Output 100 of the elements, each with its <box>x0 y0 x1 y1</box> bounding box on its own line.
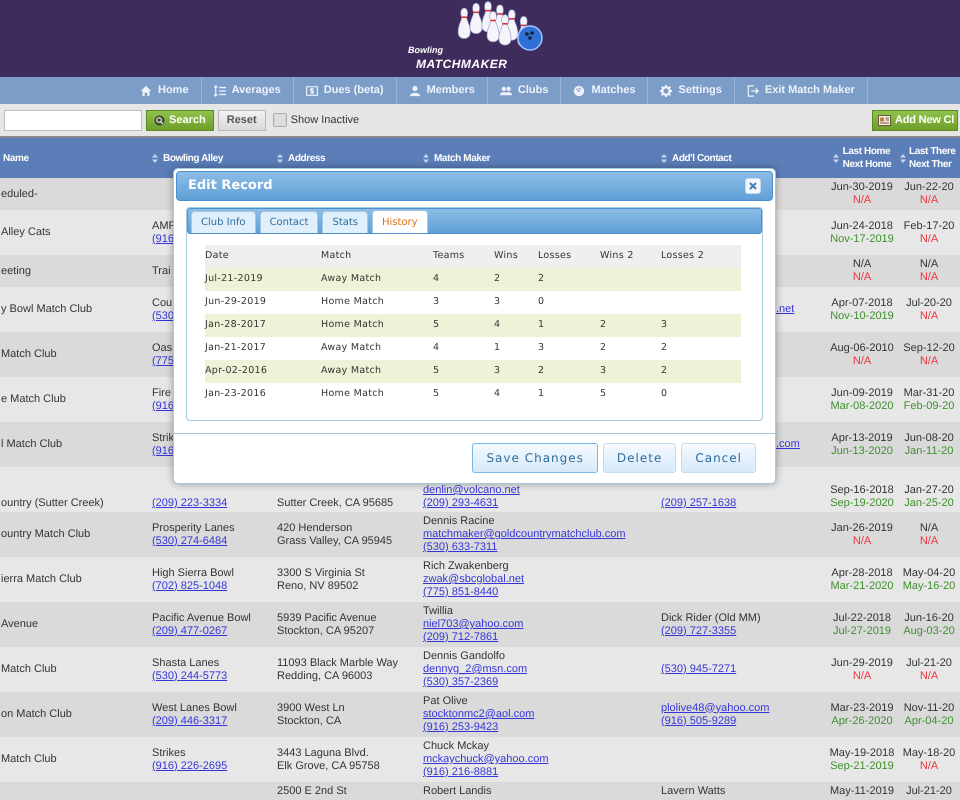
next-date: N/A <box>852 670 872 682</box>
club-name: Alley Cats <box>1 226 51 239</box>
search-field[interactable] <box>4 110 142 130</box>
next-date: Jan-25-20 <box>904 497 954 510</box>
contact-link[interactable]: matchmaker@goldcountrymatchclub.com <box>423 528 626 541</box>
column-header[interactable]: Losses 2 <box>661 250 704 262</box>
last-date: Jun-16-20 <box>904 612 954 624</box>
table-cell: Home Match <box>321 319 384 330</box>
dialog-button[interactable]: Save Changes <box>472 443 598 473</box>
last-date: Jun-09-2019 <box>831 386 893 400</box>
table-cell: 4 <box>494 388 500 400</box>
contact: Dick Rider (Old MM) <box>661 612 761 624</box>
contact-link[interactable]: (775) 851-8440 <box>423 586 498 599</box>
people-icon <box>500 84 512 96</box>
last-date: Jul-20-20 <box>906 296 952 310</box>
column-header[interactable]: Wins 2 <box>600 250 634 262</box>
contact-link[interactable]: (916) 216-8881 <box>423 766 498 779</box>
bowling-alley: AMF <box>152 220 176 232</box>
last-date: Aug-06-2010 <box>830 342 894 354</box>
table-cell: 2 <box>538 273 544 284</box>
next-date: N/A <box>852 354 872 368</box>
sort-icon <box>152 154 158 162</box>
table-cell: 3 <box>494 365 500 376</box>
contact-link[interactable]: mckaychuck@yahoo.com <box>423 753 548 766</box>
contact-link[interactable]: (530) 633-7311 <box>423 541 498 554</box>
contact-link[interactable]: plolive48@yahoo.com <box>661 702 770 714</box>
contact-link[interactable]: (775 <box>152 354 174 368</box>
contact-link[interactable]: (916) 505-9289 <box>661 714 736 728</box>
bowling-alley: Pacific Avenue Bowl <box>152 612 251 624</box>
contact-link[interactable]: dennyg_2@msn.com <box>423 663 528 676</box>
next-date: Sep-21-2019 <box>830 760 894 772</box>
contact-link[interactable]: (209) 446-3317 <box>152 714 228 728</box>
column-header[interactable]: Last There Next Ther <box>909 145 956 171</box>
contact-link[interactable]: (916) 253-9423 <box>423 721 498 734</box>
reset-button[interactable]: Reset <box>218 110 266 130</box>
contact-link[interactable]: (530) 244-5773 <box>152 670 228 682</box>
contact-link[interactable]: (209) 223-3334 <box>152 497 228 510</box>
table-cell: 1 <box>494 342 500 354</box>
contact-link[interactable]: (209) 257-1638 <box>661 497 736 510</box>
tab[interactable]: Stats <box>322 211 368 233</box>
next-date: Jun-13-2020 <box>831 444 893 458</box>
contact-link[interactable]: niel703@yahoo.com <box>423 618 524 631</box>
contact-link[interactable]: .net <box>776 303 794 316</box>
address-line: 3300 S Virginia St <box>277 566 365 580</box>
club-name: eduled- <box>1 188 38 200</box>
column-header[interactable]: Wins <box>494 250 518 262</box>
contact-link[interactable]: (916 <box>152 444 174 458</box>
sort-icon <box>900 154 906 162</box>
contact-link[interactable]: (916 <box>152 232 174 246</box>
club-name: ountry (Sutter Creek) <box>1 497 104 510</box>
contact-link[interactable]: (530 <box>152 310 174 322</box>
contact-link[interactable]: (530) 357-2369 <box>423 676 498 689</box>
last-date: Feb-17-20 <box>904 220 954 232</box>
column-header[interactable]: Add'l Contact <box>672 152 732 164</box>
contact-link[interactable]: zwak@sbcglobal.net <box>423 573 524 586</box>
club-name: l Match Club <box>1 438 62 451</box>
table-cell: Home Match <box>321 388 384 400</box>
contact-link[interactable]: denlin@volcano.net <box>423 484 520 497</box>
club-name: ountry Match Club <box>1 528 90 541</box>
column-header[interactable]: Bowling Alley <box>163 152 223 164</box>
contact-link[interactable]: (702) 825-1048 <box>152 580 228 592</box>
next-date: N/A <box>920 271 938 284</box>
tab[interactable]: History <box>372 210 428 233</box>
column-header[interactable]: Losses <box>538 250 572 262</box>
column-header[interactable]: Last Home Next Home <box>842 145 892 171</box>
card-icon <box>878 115 891 126</box>
tab[interactable]: Club Info <box>191 211 256 233</box>
dialog-button[interactable]: Cancel <box>681 443 756 473</box>
dialog-button[interactable]: Delete <box>602 443 676 473</box>
contact-link[interactable]: (916 <box>152 400 174 412</box>
contact-link[interactable]: (209) 727-3355 <box>661 624 736 638</box>
person-icon <box>408 84 421 96</box>
contact-link[interactable]: (209) 477-0267 <box>152 624 228 638</box>
bowling-alley: West Lanes Bowl <box>152 702 237 714</box>
contact-link[interactable]: (530) 945-7271 <box>661 663 736 676</box>
column-header[interactable]: Address <box>288 152 326 164</box>
column-header[interactable]: Name <box>3 152 29 164</box>
contact-link[interactable]: (209) 712-7861 <box>423 631 498 644</box>
dialog-title: Edit Record <box>188 177 273 196</box>
tab[interactable]: Contact <box>260 211 318 233</box>
contact-link[interactable]: stocktonmc2@aol.com <box>423 708 534 721</box>
column-header[interactable]: Date <box>205 250 229 262</box>
contact-link[interactable]: (530) 274-6484 <box>152 534 228 548</box>
match-maker: Chuck Mckay <box>423 740 490 753</box>
next-date: N/A <box>920 760 938 772</box>
next-date: N/A <box>920 232 938 246</box>
contact-link[interactable]: .com <box>776 438 800 451</box>
table-cell: Away Match <box>321 365 382 376</box>
match-maker: Dennis Racine <box>423 515 495 528</box>
column-header[interactable]: Teams <box>433 250 465 262</box>
table-cell: 3 <box>600 365 606 376</box>
column-header[interactable]: Match Maker <box>434 152 490 164</box>
exit-icon <box>746 84 759 96</box>
contact-link[interactable]: (916) 226-2695 <box>152 760 228 772</box>
table-cell: Jun-29-2019 <box>205 296 266 308</box>
close-button[interactable] <box>745 178 761 194</box>
club-name: on Match Club <box>1 708 72 721</box>
column-header[interactable]: Match <box>321 250 352 262</box>
contact-link[interactable]: (209) 293-4631 <box>423 497 498 510</box>
table-cell: 2 <box>600 319 606 330</box>
